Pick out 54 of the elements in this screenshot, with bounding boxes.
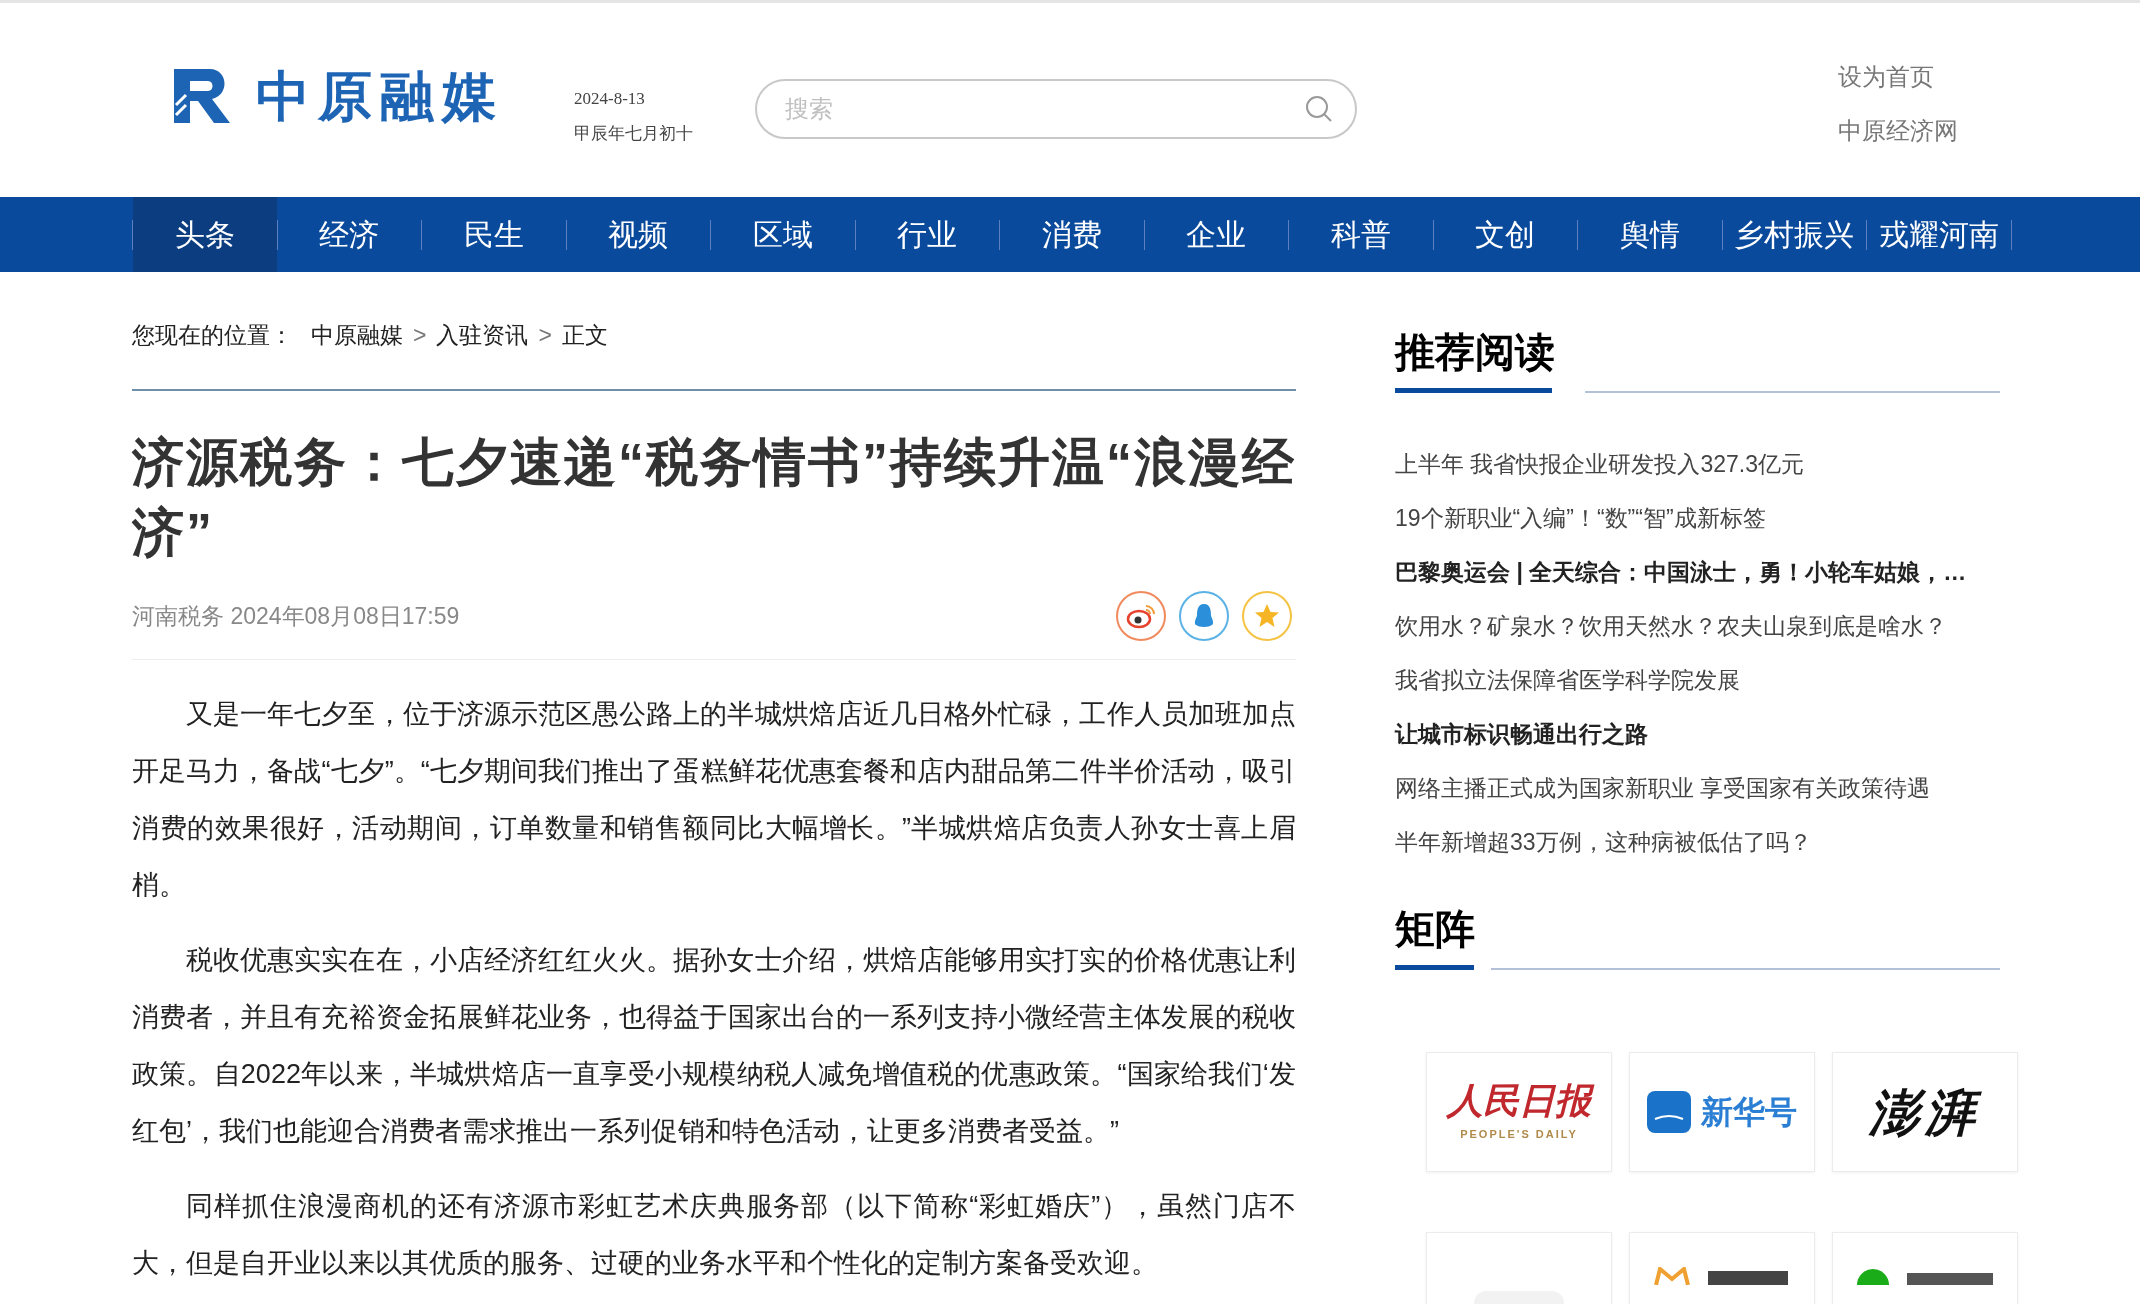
news-link[interactable]: 我省拟立法保障省医学科学院发展	[1395, 662, 1740, 698]
article-paragraph: 又是一年七夕至，位于济源示范区愚公路上的半城烘焙店近几日格外忙碌，工作人员加班加点开足马力，备战“七夕”。“七夕期间我们推出了蛋糕鲜花优惠套餐和店内甜品第二件半价活动，吸引消费的效果很好，活动期间，订单数量和销售额同比大幅增长。”半城烘焙店负责人孙女士喜上眉梢。	[132, 698, 1296, 902]
penguin-icon	[1192, 602, 1216, 630]
nav-tab[interactable]: 乡村振兴	[1722, 197, 1866, 272]
nav-tab[interactable]: 头条	[133, 197, 277, 272]
nav-tab[interactable]: 科普	[1289, 197, 1433, 272]
share-button[interactable]	[1116, 591, 1166, 641]
news-link[interactable]: 19个新职业“入编”！“数”“智”成新标签	[1395, 500, 1766, 536]
search-field[interactable]: 搜索	[755, 79, 1357, 139]
share-button[interactable]	[1179, 591, 1229, 641]
media-tile[interactable]: 人民日报 PEOPLE'S DAILY	[1426, 1052, 1612, 1172]
header-link[interactable]: 设为首页	[1838, 59, 1958, 95]
news-link[interactable]: 让城市标识畅通出行之路	[1395, 716, 1648, 752]
nav-tab[interactable]: 视频	[566, 197, 710, 272]
logo-text: 新华号	[1701, 1093, 1797, 1132]
logo-icon	[1855, 1269, 1995, 1285]
nav-tab[interactable]: 舆情	[1578, 197, 1722, 272]
spiral-icon	[1126, 603, 1156, 629]
breadcrumb-separator: >	[413, 321, 427, 350]
news-link[interactable]: 巴黎奥运会 | 全天综合：中国泳士，勇！小轮车姑娘，…	[1395, 554, 1967, 590]
breadcrumb-label: 您现在的位置：	[132, 321, 293, 350]
nav-tab[interactable]: 企业	[1144, 197, 1288, 272]
article-paragraph: 同样抓住浪漫商机的还有济源市彩虹艺术庆典服务部（以下简称“彩虹婚庆”），虽然门店不大，但是自开业以来以其优质的服务、过硬的业务水平和个性化的定制方案备受欢迎。	[132, 1190, 1296, 1280]
nav-tab[interactable]: 区域	[711, 197, 855, 272]
nav-tab[interactable]: 戎耀河南	[1867, 197, 2011, 272]
breadcrumb-link[interactable]: 中原融媒	[311, 318, 403, 353]
search-icon[interactable]	[1305, 95, 1333, 123]
news-link[interactable]: 半年新增超33万例，这种病被低估了吗？	[1395, 824, 1812, 860]
section-heading: 矩阵	[1395, 906, 1474, 953]
header-link[interactable]: 中原经济网	[1838, 113, 1958, 149]
logo-text: 澎湃	[1869, 1081, 1981, 1144]
article-paragraph: 税收优惠实实在在，小店经济红红火火。据孙女士介绍，烘焙店能够用实打实的价格优惠让利消费者，并且有充裕资金拓展鲜花业务，也得益于国家出台的一系列支持小微经营主体发展的税收政策。自2022年以来，半城烘焙店一直享受小规模纳税人减免增值税的优惠政策。“国家给我们‘发红包’，我们也能迎合消费者需求推出一系列促销和特色活动，让更多消费者受益。”	[132, 944, 1296, 1148]
breadcrumb-link[interactable]: 正文	[561, 318, 608, 353]
news-link[interactable]: 上半年 我省快报企业研发投入327.3亿元	[1395, 446, 1804, 482]
breadcrumb-link[interactable]: 入驻资讯	[436, 318, 529, 353]
breadcrumb-separator: >	[538, 321, 552, 350]
nav-tab[interactable]: 消费	[1000, 197, 1144, 272]
article-title: 济源税务：七夕速递“税务情书”持续升温“浪漫经济”	[132, 432, 1296, 563]
badge-icon	[1647, 1091, 1691, 1133]
nav-tab[interactable]: 民生	[422, 197, 566, 272]
lunar-date-text: 甲辰年七月初十	[574, 123, 693, 145]
share-button[interactable]	[1242, 591, 1292, 641]
news-link[interactable]: 饮用水？矿泉水？饮用天然水？农夫山泉到底是啥水？	[1395, 608, 1947, 644]
logo-subtext: PEOPLE'S DAILY	[1460, 1126, 1578, 1142]
nav-tab[interactable]: 经济	[277, 197, 421, 272]
media-tile[interactable]: 澎湃	[1832, 1052, 2018, 1172]
date-text: 2024-8-13	[574, 87, 646, 110]
article-source: 河南税务 2024年08月08日17:59	[132, 601, 460, 631]
section-heading: 推荐阅读	[1395, 329, 1552, 376]
nav-tab[interactable]: 文创	[1433, 197, 1577, 272]
nav-tab[interactable]: 行业	[855, 197, 999, 272]
site-logo-text[interactable]: 中原融媒	[256, 69, 504, 123]
media-tile[interactable]: 新华号	[1629, 1052, 1815, 1172]
news-link[interactable]: 网络主播正式成为国家新职业 享受国家有关政策待遇	[1395, 770, 1931, 806]
